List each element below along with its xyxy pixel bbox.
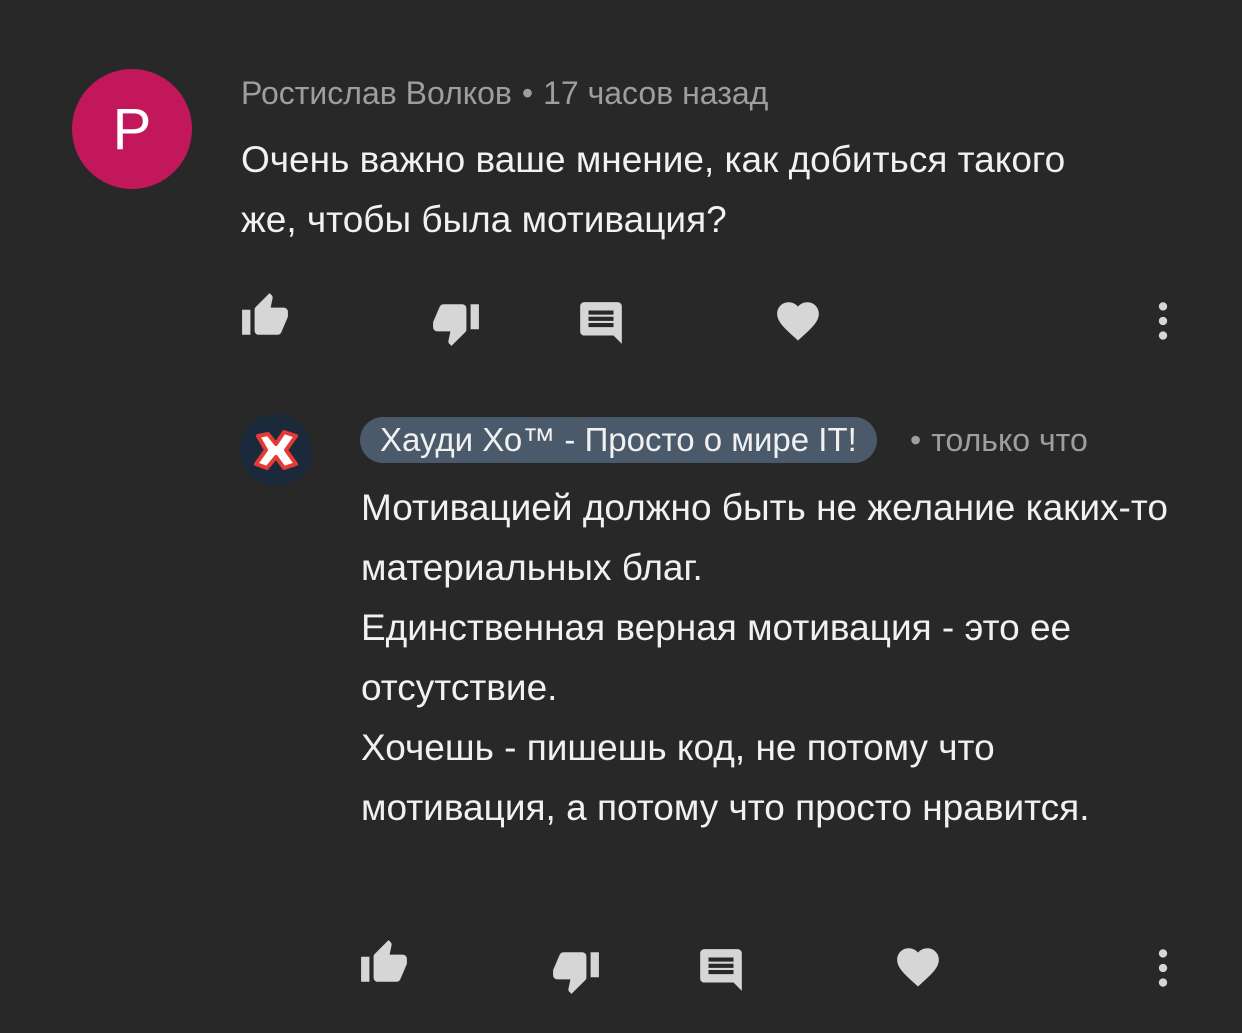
- heart-button[interactable]: [773, 296, 823, 346]
- avatar[interactable]: Р: [72, 69, 192, 189]
- more-options-button[interactable]: [1138, 296, 1188, 346]
- meta-separator: •: [521, 75, 534, 111]
- comment-text: Очень важно ваше мнение, как добиться та…: [241, 139, 1066, 240]
- reply-dislike-button[interactable]: [551, 946, 601, 996]
- dislike-button[interactable]: [431, 298, 481, 348]
- reply-avatar[interactable]: [240, 414, 312, 486]
- avatar-letter: Р: [112, 96, 152, 162]
- more-vertical-icon: [1158, 949, 1168, 987]
- comment-meta: Ростислав Волков • 17 часов назад: [241, 75, 768, 112]
- heart-icon: [777, 302, 819, 341]
- thumb-down-icon: [433, 304, 479, 346]
- comment-icon: [580, 302, 622, 344]
- reply-meta: • только что: [910, 422, 1088, 459]
- reply-author-chip[interactable]: Хауди Хо™ - Просто о мире IT!: [360, 417, 877, 463]
- thumb-up-icon: [361, 940, 407, 982]
- thumb-up-icon: [242, 293, 288, 335]
- thumb-down-icon: [553, 952, 599, 994]
- comment-time: 17 часов назад: [543, 75, 769, 111]
- heart-icon: [897, 948, 939, 987]
- meta-separator: •: [910, 422, 922, 458]
- reply-more-options-button[interactable]: [1138, 943, 1188, 993]
- reply-time: только что: [931, 422, 1088, 458]
- reply-heart-button[interactable]: [893, 942, 943, 992]
- more-vertical-icon: [1158, 302, 1168, 340]
- comment-icon: [700, 949, 742, 991]
- reply-button[interactable]: [576, 298, 626, 348]
- channel-logo-icon: [254, 430, 298, 470]
- comment-author[interactable]: Ростислав Волков: [241, 75, 512, 111]
- like-button[interactable]: [240, 291, 290, 341]
- reply-text: Мотивацией должно быть не желание каких-…: [361, 478, 1181, 838]
- reply-paragraph: Единственная верная мотивация - это ее о…: [361, 607, 1072, 708]
- reply-paragraph: Хочешь - пишешь код, не потому что мотив…: [361, 727, 1090, 828]
- reply-paragraph: Мотивацией должно быть не желание каких-…: [361, 487, 1168, 588]
- reply-comment-button[interactable]: [696, 945, 746, 995]
- reply-like-button[interactable]: [359, 938, 409, 988]
